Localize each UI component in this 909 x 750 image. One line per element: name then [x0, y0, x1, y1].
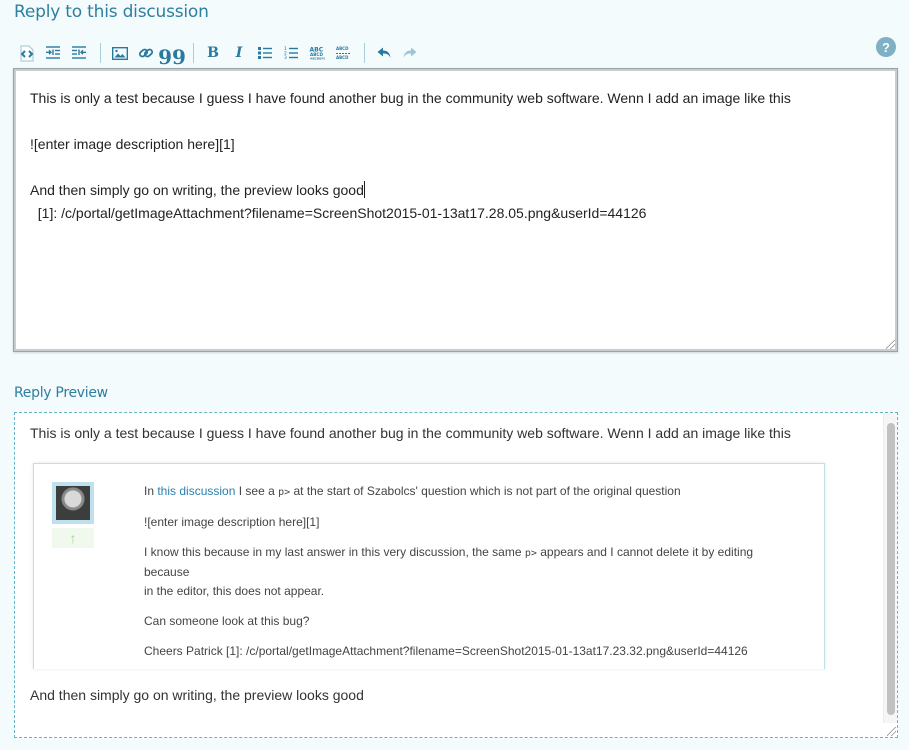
arrow-up-icon: ↑ [69, 530, 77, 546]
outdent-button[interactable] [68, 42, 90, 64]
text: I know this because in my last answer in… [144, 545, 525, 559]
image-icon [112, 46, 128, 60]
text: at the start of Szabolcs' question which… [290, 484, 681, 498]
scrollbar-thumb[interactable] [887, 423, 895, 715]
editor-toolbar: 99 B I 123 ABC ABCD ABCDEFG ABCD ABCD [16, 42, 425, 67]
preview-scrollbar[interactable] [883, 413, 897, 723]
preview-content: This is only a test because I guess I ha… [15, 413, 883, 737]
indent-button[interactable] [42, 42, 64, 64]
text: In [144, 484, 158, 498]
heading-icon: ABCABCDABCDEFG [310, 47, 326, 61]
svg-text:ABCDEFG: ABCDEFG [310, 57, 325, 61]
resize-handle[interactable] [886, 340, 895, 349]
horizontal-rule-icon: ABCD ABCD [336, 46, 350, 60]
text: in the editor, this does not appear. [144, 584, 325, 598]
editor-line-text: And then simply go on writing, the previ… [30, 182, 364, 198]
user-photo [56, 486, 90, 520]
link-icon [138, 48, 154, 58]
editor-line: And then simply go on writing, the previ… [30, 179, 881, 202]
svg-text:ABCD: ABCD [336, 46, 349, 51]
italic-button[interactable]: I [228, 42, 250, 64]
insert-image-button[interactable] [109, 42, 131, 64]
avatar[interactable] [52, 482, 94, 524]
resize-handle[interactable] [887, 727, 896, 736]
inline-code: p> [278, 487, 291, 498]
redo-button[interactable] [399, 42, 421, 64]
embedded-paragraph: Cheers Patrick [1]: /c/portal/getImageAt… [144, 644, 748, 658]
editor-line: [1]: /c/portal/getImageAttachment?filena… [30, 205, 647, 221]
reply-preview-pane: This is only a test because I guess I ha… [14, 412, 898, 738]
bulleted-list-icon [258, 47, 272, 59]
help-button[interactable]: ? [876, 37, 896, 57]
upvote-button[interactable]: ↑ [52, 528, 94, 548]
toolbar-divider [364, 43, 365, 63]
blockquote-button[interactable]: 99 [158, 42, 186, 67]
toolbar-divider [193, 43, 194, 63]
undo-button[interactable] [373, 42, 395, 64]
svg-text:ABCD: ABCD [336, 55, 349, 60]
indent-icon [46, 46, 60, 59]
preview-line: And then simply go on writing, the previ… [30, 687, 364, 703]
text: I see a [235, 484, 279, 498]
bulleted-list-button[interactable] [254, 42, 276, 64]
code-file-icon [20, 45, 34, 61]
editor-line: ![enter image description here][1] [30, 136, 235, 152]
embedded-paragraph: ![enter image description here][1] [144, 515, 320, 529]
outdent-icon [72, 46, 86, 59]
svg-text:3: 3 [284, 55, 287, 60]
editor-line: This is only a test because I guess I ha… [30, 90, 791, 106]
horizontal-rule-button[interactable]: ABCD ABCD [332, 42, 354, 64]
discussion-link[interactable]: this discussion [157, 484, 235, 498]
reply-heading: Reply to this discussion [14, 2, 209, 22]
embedded-post-body: In this discussion I see a p> at the sta… [144, 482, 784, 672]
preview-line: This is only a test because I guess I ha… [30, 425, 791, 441]
reply-editor-textarea[interactable]: This is only a test because I guess I ha… [13, 68, 898, 352]
embedded-paragraph: In this discussion I see a p> at the sta… [144, 482, 784, 502]
embedded-paragraph: I know this because in my last answer in… [144, 543, 784, 601]
numbered-list-button[interactable]: 123 [280, 42, 302, 64]
inline-code: p> [524, 548, 537, 559]
code-snippet-button[interactable] [16, 42, 38, 64]
numbered-list-icon: 123 [284, 46, 298, 60]
undo-icon [377, 47, 391, 58]
heading-button[interactable]: ABC ABCD ABCDEFG [306, 42, 328, 64]
text-caret [363, 181, 365, 198]
bold-button[interactable]: B [202, 42, 224, 64]
preview-heading: Reply Preview [14, 385, 108, 401]
toolbar-divider [100, 43, 101, 63]
insert-link-button[interactable] [135, 42, 157, 64]
embedded-post-image: ↑ In this discussion I see a p> at the s… [33, 463, 825, 669]
embedded-paragraph: Can someone look at this bug? [144, 614, 310, 628]
redo-icon [403, 47, 417, 58]
